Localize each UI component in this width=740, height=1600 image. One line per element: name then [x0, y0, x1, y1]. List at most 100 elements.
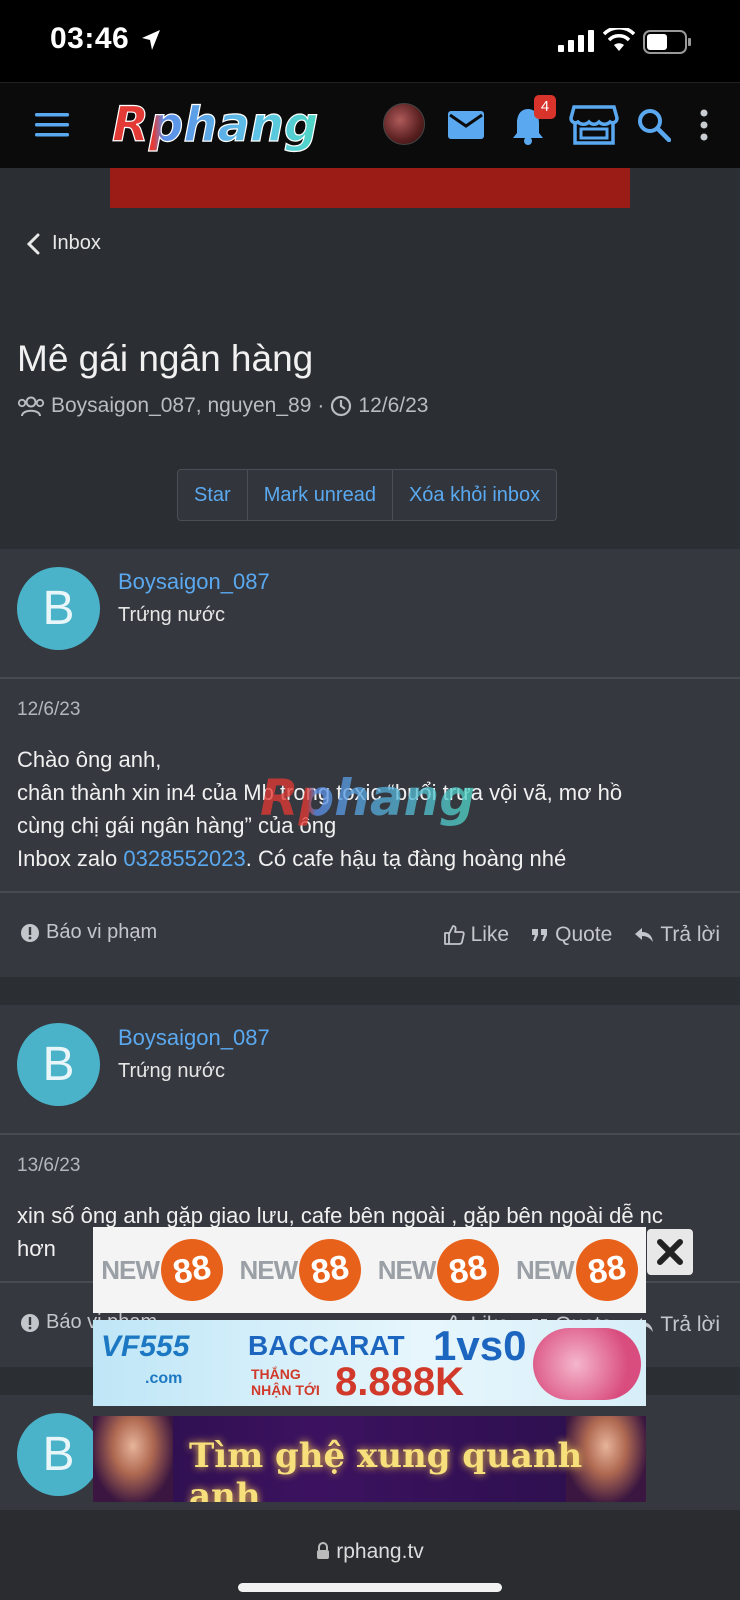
- home-indicator[interactable]: [238, 1583, 502, 1592]
- ad-text: BACCARAT: [248, 1330, 405, 1361]
- ad-text: VF555: [101, 1330, 190, 1363]
- rphang-logo-icon: Rphang: [111, 96, 319, 153]
- vertical-dots-icon: [700, 109, 708, 141]
- ad-text: THẮNG NHẬN TỚI: [251, 1366, 320, 1398]
- star-button[interactable]: Star: [178, 470, 248, 520]
- message-date: 12/6/23: [17, 699, 81, 720]
- reply-label: Trả lời: [660, 923, 720, 946]
- ad-text: NEW: [377, 1254, 437, 1285]
- user-role: Trứng nước: [118, 1060, 225, 1082]
- status-bar: 03:46: [0, 0, 740, 82]
- svg-text:Rphang: Rphang: [112, 97, 318, 153]
- browser-bottom-bar: rphang.tv: [0, 1510, 740, 1600]
- search-button[interactable]: [634, 105, 674, 145]
- like-button[interactable]: Like: [443, 923, 510, 947]
- dating-ad-banner[interactable]: Tìm ghệ xung quanh anh: [93, 1416, 646, 1502]
- page-title: Mê gái ngân hàng: [17, 338, 314, 379]
- ad-text: 88: [294, 1234, 367, 1306]
- report-button[interactable]: Báo vi phạm: [20, 921, 157, 944]
- reply-icon: [635, 928, 654, 942]
- message-date: 13/6/23: [17, 1155, 81, 1176]
- app-header: Rphang 4: [0, 82, 740, 168]
- ad-text: 8.888K: [335, 1360, 464, 1404]
- message-line: Inbox zalo 0328552023. Có cafe hậu tạ đà…: [17, 842, 717, 875]
- ad-text: NEW: [239, 1254, 299, 1285]
- message-username[interactable]: Boysaigon_087: [118, 569, 270, 595]
- store-button[interactable]: [568, 103, 620, 147]
- thumbs-up-icon: [443, 925, 465, 945]
- more-options-button[interactable]: [690, 105, 718, 145]
- url-bar[interactable]: rphang.tv: [0, 1540, 740, 1564]
- hamburger-menu-icon: [35, 113, 69, 137]
- ad-text: 88: [156, 1234, 228, 1306]
- site-logo[interactable]: Rphang: [108, 93, 330, 155]
- quote-button[interactable]: Quote: [531, 923, 612, 947]
- remove-from-inbox-button[interactable]: Xóa khỏi inbox: [393, 470, 556, 520]
- status-time: 03:46: [50, 22, 130, 55]
- new88-logo: NEW 88: [239, 1234, 367, 1306]
- lock-icon: [317, 1542, 330, 1559]
- notification-badge: 4: [534, 95, 556, 119]
- ad-partner-logo: [533, 1328, 641, 1400]
- ad-text: NHẬN TỚI: [251, 1382, 320, 1398]
- user-avatar[interactable]: [383, 103, 425, 145]
- avatar[interactable]: B: [17, 1413, 100, 1496]
- store-icon: [569, 105, 619, 145]
- avatar[interactable]: B: [17, 567, 100, 650]
- avatar[interactable]: B: [17, 1023, 100, 1106]
- svg-text:Rphang: Rphang: [260, 769, 475, 827]
- alert-icon: [21, 1313, 39, 1332]
- report-label: Báo vi phạm: [46, 921, 158, 943]
- back-to-inbox-link[interactable]: Inbox: [26, 232, 101, 255]
- back-label: Inbox: [52, 232, 101, 254]
- like-label: Like: [470, 923, 510, 946]
- ad-text: 88: [432, 1234, 505, 1306]
- reply-button[interactable]: Trả lời: [634, 1313, 720, 1337]
- message-actions: Like Quote Trả lời: [443, 923, 720, 947]
- ad-image: [93, 1416, 173, 1502]
- ad-text: NEW: [101, 1254, 160, 1285]
- mark-unread-button[interactable]: Mark unread: [248, 470, 393, 520]
- conversation-date: 12/6/23: [358, 394, 429, 417]
- quote-label: Quote: [555, 923, 613, 946]
- message-footer: Báo vi phạm Like Quote Trả lời: [0, 891, 740, 975]
- battery-icon: [643, 30, 691, 54]
- message-text: Inbox zalo: [17, 846, 124, 871]
- top-banner[interactable]: [110, 168, 630, 208]
- search-icon: [638, 109, 671, 142]
- vf555-ad-banner[interactable]: VF555 .com BACCARAT 1vs0 THẮNG NHẬN TỚI 8…: [93, 1320, 646, 1406]
- ad-text: THẮNG: [251, 1366, 301, 1382]
- message-header: B Boysaigon_087 Trứng nước: [0, 1005, 740, 1135]
- user-role: Trứng nước: [118, 604, 225, 626]
- new88-ad-banner[interactable]: NEW 88 NEW 88 NEW 88 NEW 88: [93, 1227, 646, 1313]
- phone-link[interactable]: 0328552023: [123, 846, 245, 871]
- new88-logo: NEW 88: [101, 1234, 228, 1306]
- chevron-left-icon: [26, 233, 40, 254]
- users-icon: [17, 396, 45, 417]
- close-ad-button[interactable]: [647, 1229, 693, 1275]
- close-icon: [657, 1239, 683, 1265]
- new88-logo: NEW 88: [377, 1234, 505, 1306]
- inbox-button[interactable]: [446, 105, 486, 145]
- meta-separator: ·: [317, 394, 325, 417]
- wifi-icon: [603, 28, 635, 51]
- url-text: rphang.tv: [336, 1540, 424, 1563]
- message-username[interactable]: Boysaigon_087: [118, 1025, 270, 1051]
- message-text: . Có cafe hậu tạ đàng hoàng nhé: [245, 846, 567, 871]
- ad-text: NEW: [516, 1254, 575, 1285]
- ad-text: Tìm ghệ xung quanh anh: [189, 1436, 583, 1502]
- reply-button[interactable]: Trả lời: [634, 923, 720, 947]
- new88-logo: NEW 88: [516, 1234, 643, 1306]
- message-card: B Boysaigon_087 Trứng nước 12/6/23 Chào …: [0, 549, 740, 977]
- alert-icon: [21, 923, 39, 942]
- participants: Boysaigon_087, nguyen_89: [51, 394, 312, 417]
- message-header: B Boysaigon_087 Trứng nước: [0, 549, 740, 679]
- location-arrow-icon: [142, 30, 160, 50]
- menu-button[interactable]: [30, 105, 74, 145]
- clock-icon: [331, 395, 352, 417]
- conversation-meta: Boysaigon_087, nguyen_89 · 12/6/23: [17, 394, 428, 418]
- rphang-watermark-icon: Rphang: [260, 769, 475, 827]
- ad-text: 88: [570, 1234, 643, 1306]
- envelope-icon: [448, 111, 484, 139]
- quote-icon: [532, 929, 548, 941]
